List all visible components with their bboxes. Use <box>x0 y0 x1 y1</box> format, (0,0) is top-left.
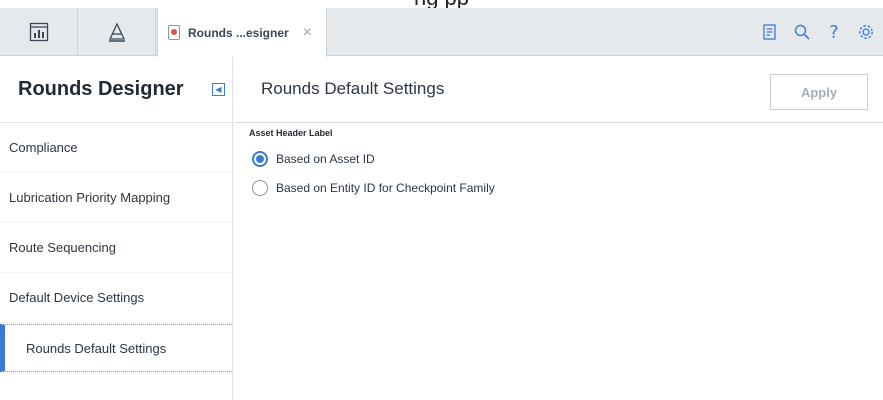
window-title-text: ng pp <box>0 0 883 8</box>
asset-hierarchy-icon <box>108 22 125 42</box>
radio-label: Based on Asset ID <box>276 152 375 166</box>
tab-rounds-designer-label: Rounds ...esigner <box>188 25 289 40</box>
sidebar-header: Rounds Designer ◀ <box>0 57 232 123</box>
gear-icon <box>859 25 873 39</box>
search-icon <box>794 24 810 40</box>
page-title: Rounds Default Settings <box>261 79 445 98</box>
sidebar-item-compliance[interactable]: Compliance <box>0 123 232 173</box>
tab-bar: Rounds ...esigner × ? <box>0 8 883 57</box>
notes-icon <box>763 24 776 40</box>
tab-rounds-designer[interactable]: Rounds ...esigner × <box>157 8 327 57</box>
settings-button[interactable] <box>851 17 881 47</box>
radio-button-unchecked[interactable] <box>252 180 268 196</box>
main-header: Rounds Default Settings Apply <box>234 57 883 123</box>
asset-hierarchy-tab-button[interactable] <box>78 8 156 56</box>
help-icon: ? <box>829 21 839 43</box>
dashboard-icon <box>29 22 48 42</box>
main-panel: Rounds Default Settings Apply Asset Head… <box>234 57 883 400</box>
notes-button[interactable] <box>755 17 785 47</box>
collapse-sidebar-button[interactable]: ◀ <box>212 83 225 96</box>
help-button[interactable]: ? <box>819 17 849 47</box>
sidebar-item-route-sequencing[interactable]: Route Sequencing <box>0 223 232 273</box>
sidebar-title: Rounds Designer <box>18 78 184 100</box>
sidebar-item-default-device-settings[interactable]: Default Device Settings <box>0 273 232 323</box>
apply-button[interactable]: Apply <box>770 74 868 110</box>
radio-based-on-entity-id[interactable]: Based on Entity ID for Checkpoint Family <box>252 180 495 196</box>
dashboard-tab-button[interactable] <box>0 8 78 56</box>
window-title-strip: ng pp <box>0 0 883 8</box>
asset-header-label-heading: Asset Header Label <box>249 128 333 138</box>
radio-label: Based on Entity ID for Checkpoint Family <box>276 181 495 195</box>
radio-based-on-asset-id[interactable]: Based on Asset ID <box>252 151 375 167</box>
sidebar-item-lubrication-priority-mapping[interactable]: Lubrication Priority Mapping <box>0 173 232 223</box>
rounds-document-icon <box>168 25 180 40</box>
toolbar-icons: ? <box>755 8 883 56</box>
search-button[interactable] <box>787 17 817 47</box>
chevron-left-icon: ◀ <box>215 84 222 94</box>
radio-button-checked[interactable] <box>252 151 268 167</box>
sidebar-item-rounds-default-settings[interactable]: Rounds Default Settings <box>0 324 232 372</box>
close-icon[interactable]: × <box>303 24 312 41</box>
sidebar: Rounds Designer ◀ Compliance Lubrication… <box>0 57 233 400</box>
